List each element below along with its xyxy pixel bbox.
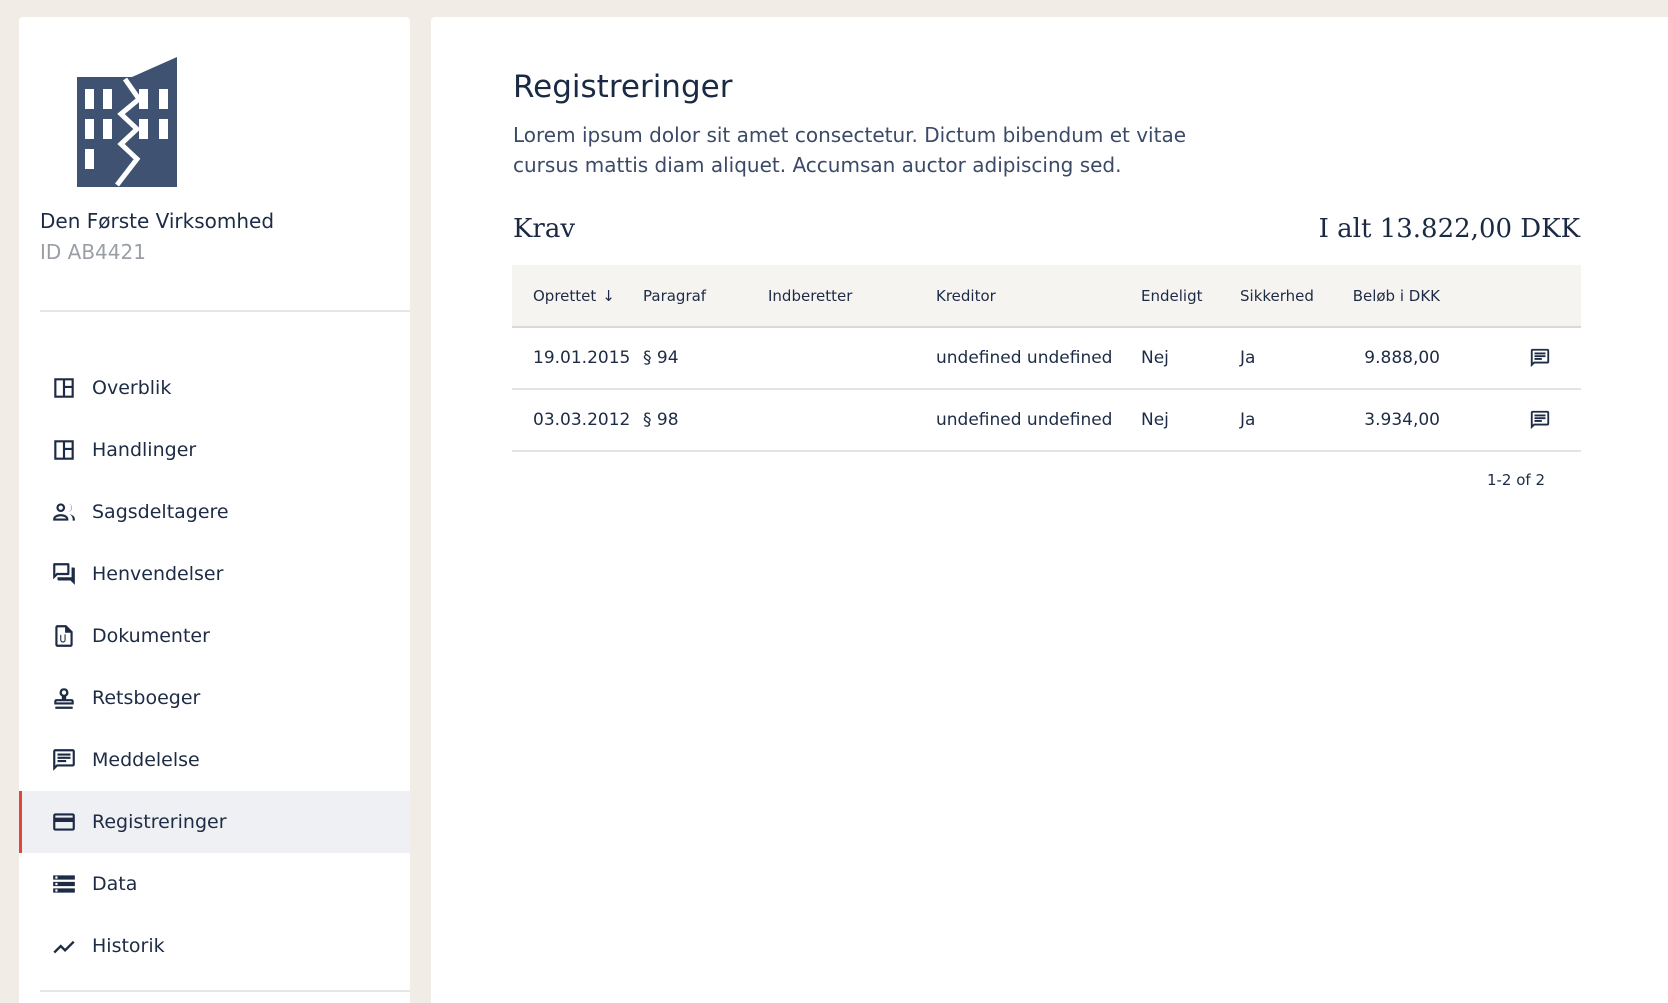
organization-id: ID AB4421 [40,240,146,264]
cell-kreditor: undefined undefined [936,389,1141,452]
sidebar-item-label: Sagsdeltagere [92,501,229,523]
cell-sikkerhed: Ja [1240,389,1350,452]
sidebar-item-data[interactable]: Data [19,853,410,915]
sidebar-item-registreringer[interactable]: Registreringer [19,791,410,853]
company-logo [63,57,183,207]
arrow-down-icon: ↓ [602,286,615,305]
sidebar-item-historik[interactable]: Historik [19,915,410,977]
page-description: Lorem ipsum dolor sit amet consectetur. … [513,123,1187,177]
sidebar-item-label: Registreringer [92,811,227,833]
organization-name: Den Første Virksomhed [40,209,275,233]
sidebar-item-label: Retsboeger [92,687,201,709]
column-header-actions [1440,265,1581,328]
cell-endeligt: Nej [1141,327,1240,390]
sidebar-item-handlinger[interactable]: Handlinger [19,419,410,481]
comment-icon[interactable] [1529,410,1551,430]
cell-beloeb: 9.888,00 [1350,327,1440,390]
sidebar-nav: Overblik Handlinger Sagsdeltagere Henven… [19,357,410,977]
column-header-oprettet[interactable]: Oprettet ↓ [512,265,643,328]
sidebar-item-dokumenter[interactable]: Dokumenter [19,605,410,667]
pagination-label: 1-2 of 2 [1486,471,1545,489]
comment-icon[interactable] [1529,348,1551,368]
dashboard-icon [51,375,77,401]
column-header-sikkerhed[interactable]: Sikkerhed [1240,265,1350,328]
sidebar-item-meddelelse[interactable]: Meddelelse [19,729,410,791]
sidebar: Den Første Virksomhed ID AB4421 Overblik… [19,17,410,1003]
trend-icon [51,933,77,959]
column-header-endeligt[interactable]: Endeligt [1141,265,1240,328]
people-icon [51,499,77,525]
sidebar-item-label: Meddelelse [92,749,200,771]
sidebar-item-label: Handlinger [92,439,197,461]
sidebar-item-henvendelser[interactable]: Henvendelser [19,543,410,605]
cell-beloeb: 3.934,00 [1350,389,1440,452]
sidebar-item-label: Henvendelser [92,563,224,585]
stamp-icon [51,685,77,711]
sidebar-item-label: Historik [92,935,165,957]
credit-card-icon [51,809,77,835]
sidebar-divider [40,990,410,992]
message-icon [51,747,77,773]
column-header-beloeb[interactable]: Beløb i DKK [1350,265,1440,328]
sidebar-item-label: Data [92,873,138,895]
cell-oprettet: 19.01.2015 [512,327,643,390]
dashboard-icon [51,437,77,463]
claims-table: Oprettet ↓ Paragraf Indberetter Kreditor … [512,265,1581,452]
cell-indberetter [768,327,936,390]
cell-indberetter [768,389,936,452]
storage-icon [51,871,77,897]
column-header-indberetter[interactable]: Indberetter [768,265,936,328]
sidebar-item-label: Dokumenter [92,625,210,647]
sidebar-item-retsboeger[interactable]: Retsboeger [19,667,410,729]
column-header-paragraf[interactable]: Paragraf [643,265,768,328]
cell-paragraf: § 98 [643,389,768,452]
sidebar-item-overblik[interactable]: Overblik [19,357,410,419]
cell-endeligt: Nej [1141,389,1240,452]
forum-icon [51,561,77,587]
sidebar-item-sagsdeltagere[interactable]: Sagsdeltagere [19,481,410,543]
cell-paragraf: § 94 [643,327,768,390]
cell-oprettet: 03.03.2012 [512,389,643,452]
table-row[interactable]: 19.01.2015 § 94 undefined undefined Nej … [512,327,1581,390]
column-header-kreditor[interactable]: Kreditor [936,265,1141,328]
cell-kreditor: undefined undefined [936,327,1141,390]
total-amount: I alt 13.822,00 DKK [1318,214,1580,244]
main-content: Registreringer Lorem ipsum dolor sit ame… [431,17,1668,1003]
table-header-row: Oprettet ↓ Paragraf Indberetter Kreditor … [512,265,1581,328]
page-title: Registreringer [513,69,733,105]
section-title: Krav [513,214,576,244]
table-row[interactable]: 03.03.2012 § 98 undefined undefined Nej … [512,389,1581,452]
cell-sikkerhed: Ja [1240,327,1350,390]
document-attachment-icon [51,623,77,649]
sidebar-divider [40,310,410,312]
sidebar-item-label: Overblik [92,377,172,399]
